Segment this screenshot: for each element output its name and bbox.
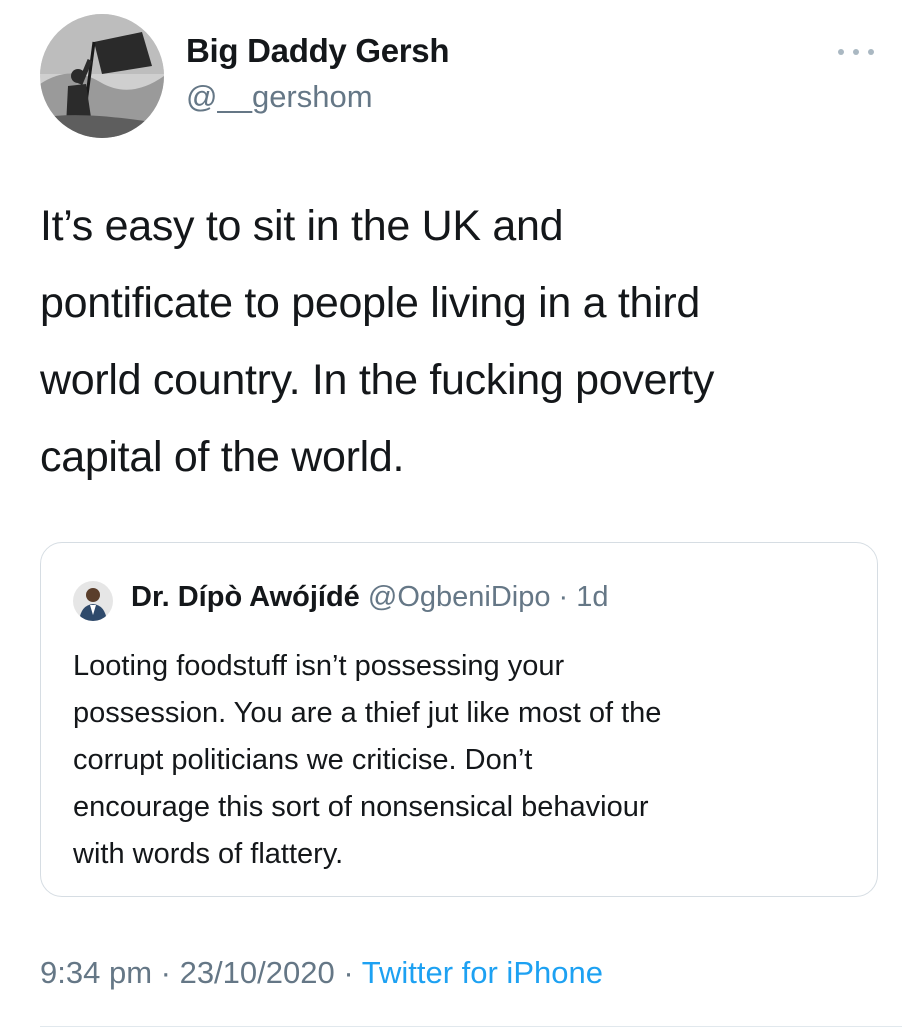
meta-separator: · <box>152 955 180 990</box>
tweet-text-line: It’s easy to sit in the UK and <box>40 202 564 250</box>
tweet-text-line: world country. In the fucking poverty <box>40 356 715 404</box>
more-dot <box>868 49 874 55</box>
quoted-separator: · <box>550 581 577 613</box>
meta-separator: · <box>334 955 362 990</box>
profile-photo-person-icon <box>73 581 113 621</box>
author-avatar[interactable] <box>40 14 164 138</box>
quoted-tweet-time[interactable]: 1d <box>576 581 608 613</box>
tweet-text-line: pontificate to people living in a third <box>40 279 701 327</box>
quoted-author-avatar[interactable] <box>73 581 113 621</box>
tweet-time[interactable]: 9:34 pm <box>40 955 152 990</box>
quoted-tweet-card[interactable]: Dr. Dípò Awójídé @OgbeniDipo · 1d Lootin… <box>40 542 878 897</box>
more-dot <box>853 49 859 55</box>
more-dot <box>838 49 844 55</box>
more-options-icon[interactable] <box>838 40 874 64</box>
quoted-author-name[interactable]: Dr. Dípò Awójídé <box>131 581 360 613</box>
tweet-meta: 9:34 pm · 23/10/2020 · Twitter for iPhon… <box>40 955 603 991</box>
profile-photo-person-holding-flag-icon <box>40 14 164 138</box>
quoted-text-line: possession. You are a thief jut like mos… <box>73 697 662 729</box>
quoted-text-line: with words of flattery. <box>73 838 344 870</box>
quoted-tweet-header: Dr. Dípò Awójídé @OgbeniDipo · 1d <box>131 581 609 614</box>
tweet-source-link[interactable]: Twitter for iPhone <box>362 955 603 990</box>
quoted-author-handle[interactable]: @OgbeniDipo <box>368 581 551 613</box>
quoted-text-line: Looting foodstuff isn’t possessing your <box>73 650 565 682</box>
tweet-text-line: capital of the world. <box>40 433 405 481</box>
quoted-text-line: encourage this sort of nonsensical behav… <box>73 791 649 823</box>
quoted-text-line: corrupt politicians we criticise. Don’t <box>73 744 533 776</box>
tweet-text: It’s easy to sit in the UK and pontifica… <box>40 188 880 496</box>
quoted-tweet-text: Looting foodstuff isn’t possessing your … <box>73 643 863 878</box>
author-handle[interactable]: @__gershom <box>186 79 373 115</box>
divider <box>40 1026 902 1027</box>
author-display-name[interactable]: Big Daddy Gersh <box>186 32 450 70</box>
tweet-date[interactable]: 23/10/2020 <box>180 955 335 990</box>
tweet: Big Daddy Gersh @__gershom It’s easy to … <box>0 0 902 1034</box>
